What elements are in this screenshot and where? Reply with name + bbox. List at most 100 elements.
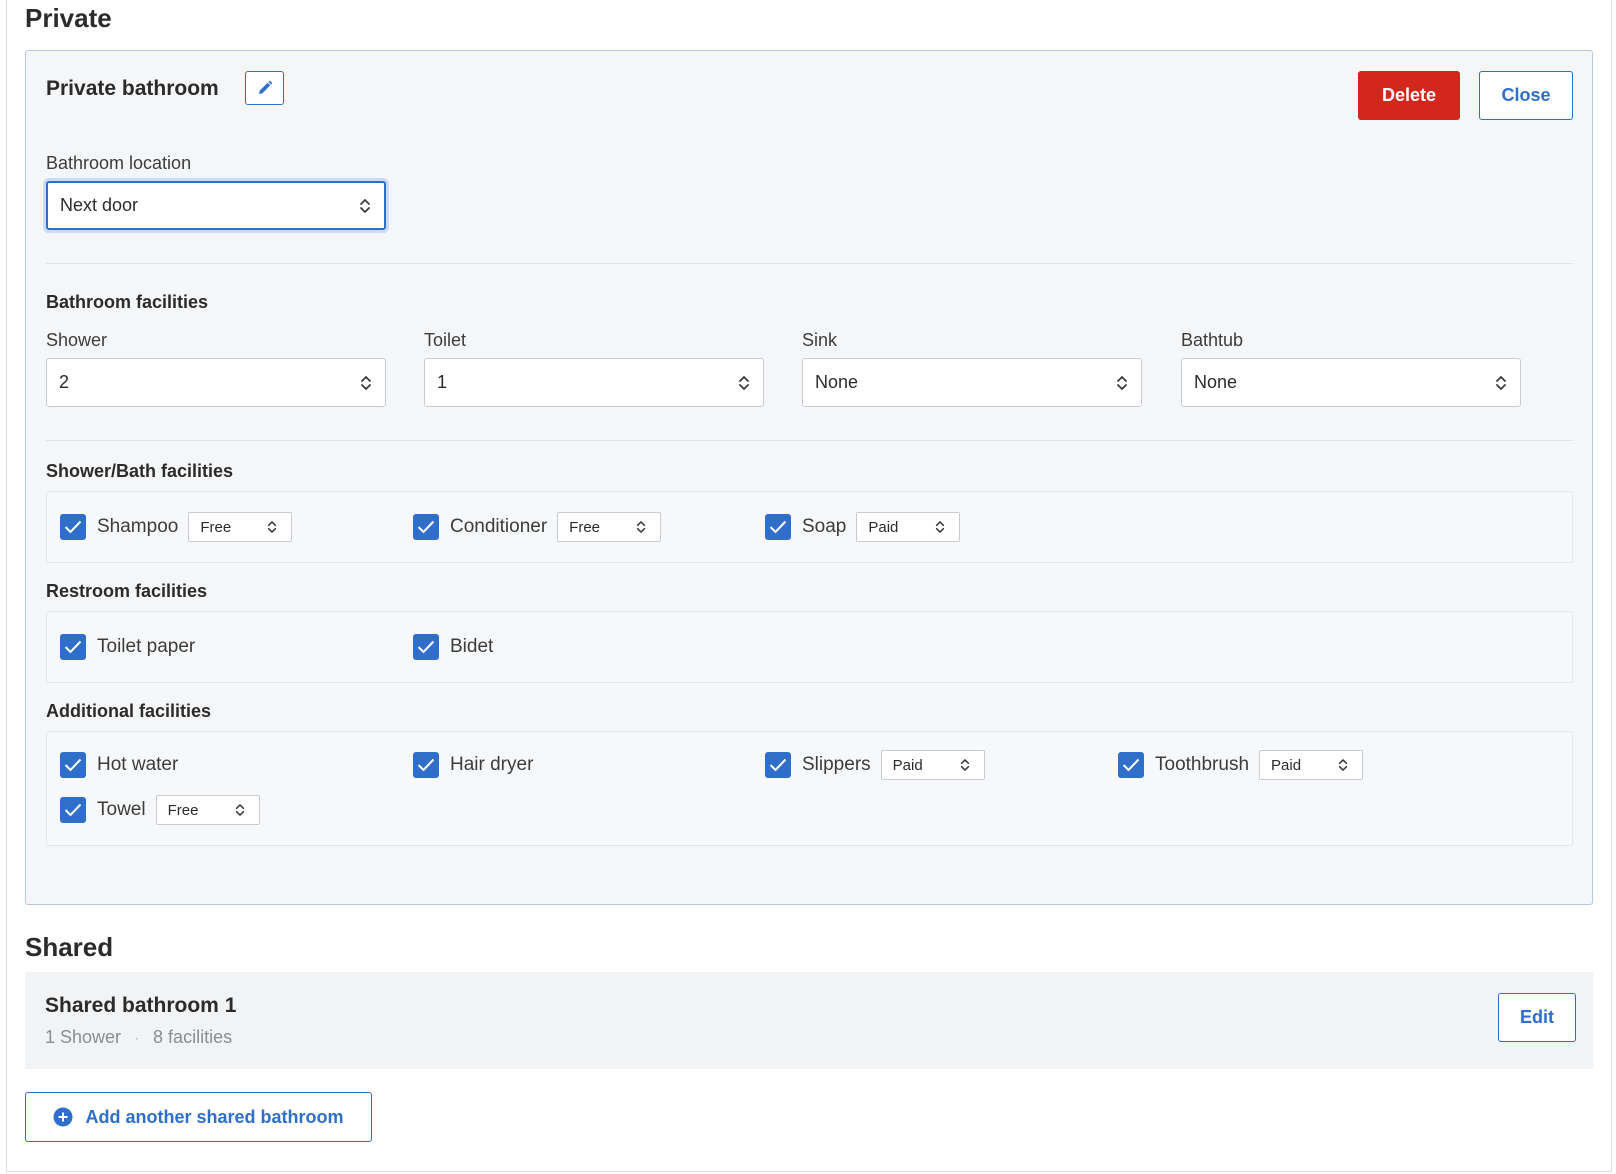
shared-facilities-count: 8 facilities: [153, 1027, 233, 1047]
plus-circle-icon: [53, 1107, 73, 1127]
hair-dryer-checkbox[interactable]: [413, 752, 439, 778]
shower-bath-facilities-title: Shower/Bath facilities: [46, 461, 234, 481]
chevron-updown-icon: [361, 375, 371, 390]
facility-shampoo: Shampoo Free: [60, 512, 293, 542]
location-value: Next door: [60, 195, 139, 215]
shared-bathroom-summary: 1 Shower · 8 facilities: [45, 1027, 232, 1048]
chevron-updown-icon: [960, 759, 969, 771]
toothbrush-checkbox[interactable]: [1118, 752, 1144, 778]
facility-toilet-paper: Toilet paper: [60, 632, 195, 662]
shower-count-value: 2: [59, 372, 70, 392]
slippers-checkbox[interactable]: [765, 752, 791, 778]
restroom-facilities-title: Restroom facilities: [46, 581, 208, 601]
shower-bath-facilities-group: Shampoo Free Conditioner Free Soap Paid: [46, 491, 1573, 563]
soap-price-select[interactable]: Paid: [856, 512, 961, 542]
bathroom-title: Private bathroom: [46, 77, 219, 100]
sink-count-value: None: [815, 372, 859, 392]
additional-facilities-group: Hot water Hair dryer Slippers Paid Tooth…: [46, 731, 1573, 846]
chevron-updown-icon: [739, 375, 749, 390]
towel-price-value: Free: [167, 801, 199, 819]
shared-bathroom-title: Shared bathroom 1: [45, 994, 237, 1017]
toilet-count-select[interactable]: 1: [424, 358, 764, 407]
conditioner-label: Conditioner: [450, 516, 548, 537]
toilet-paper-label: Toilet paper: [97, 636, 196, 657]
conditioner-price-value: Free: [569, 518, 601, 536]
hot-water-label: Hot water: [97, 754, 179, 775]
divider: [46, 440, 1573, 441]
toothbrush-price-value: Paid: [1271, 756, 1302, 774]
towel-price-select[interactable]: Free: [155, 795, 260, 825]
hair-dryer-label: Hair dryer: [450, 754, 534, 775]
section-title-shared: Shared: [25, 932, 114, 962]
facility-hair-dryer: Hair dryer: [413, 750, 533, 780]
chevron-updown-icon: [1338, 759, 1348, 771]
bathtub-label: Bathtub: [1181, 330, 1244, 350]
facility-soap: Soap Paid: [765, 512, 961, 542]
divider: [46, 263, 1573, 264]
hot-water-checkbox[interactable]: [60, 752, 86, 778]
shower-label: Shower: [46, 330, 108, 350]
add-shared-bathroom-button[interactable]: Add another shared bathroom: [25, 1092, 372, 1142]
facility-bidet: Bidet: [413, 632, 493, 662]
private-bathroom-panel: Private bathroom Delete Close Bathroom l…: [25, 50, 1593, 905]
chevron-updown-icon: [936, 521, 945, 533]
chevron-updown-icon: [1496, 375, 1506, 390]
toilet-paper-checkbox[interactable]: [60, 634, 86, 660]
close-button[interactable]: Close: [1479, 71, 1573, 120]
toothbrush-label: Toothbrush: [1155, 754, 1250, 775]
edit-shared-bathroom-button[interactable]: Edit: [1498, 993, 1576, 1042]
rename-button[interactable]: [245, 71, 284, 105]
checkmark-icon: [769, 758, 787, 772]
meta-separator: ·: [135, 1030, 140, 1045]
bidet-checkbox[interactable]: [413, 634, 439, 660]
facility-slippers: Slippers Paid: [765, 750, 985, 780]
checkmark-icon: [64, 640, 82, 654]
conditioner-checkbox[interactable]: [413, 514, 439, 540]
slippers-price-value: Paid: [892, 756, 923, 774]
checkmark-icon: [769, 520, 787, 534]
conditioner-price-select[interactable]: Free: [557, 512, 662, 542]
shampoo-price-select[interactable]: Free: [188, 512, 293, 542]
shared-shower-count: 1 Shower: [45, 1027, 122, 1047]
slippers-price-select[interactable]: Paid: [880, 750, 985, 780]
checkmark-icon: [64, 803, 82, 817]
location-select[interactable]: Next door: [46, 181, 386, 230]
toilet-label: Toilet: [424, 330, 467, 350]
toothbrush-price-select[interactable]: Paid: [1259, 750, 1364, 780]
pencil-icon: [258, 80, 272, 94]
facility-hot-water: Hot water: [60, 750, 178, 780]
bathtub-count-select[interactable]: None: [1181, 358, 1521, 407]
facility-towel: Towel Free: [60, 795, 260, 825]
bathroom-facilities-title: Bathroom facilities: [46, 292, 209, 312]
shared-bathroom-card: Shared bathroom 1 1 Shower · 8 facilitie…: [25, 972, 1593, 1069]
facility-conditioner: Conditioner Free: [413, 512, 662, 542]
checkmark-icon: [1122, 758, 1140, 772]
shampoo-label: Shampoo: [97, 516, 179, 537]
soap-checkbox[interactable]: [765, 514, 791, 540]
facility-toothbrush: Toothbrush Paid: [1118, 750, 1364, 780]
checkmark-icon: [417, 758, 435, 772]
checkmark-icon: [417, 640, 435, 654]
restroom-facilities-group: Toilet paper Bidet: [46, 611, 1573, 683]
chevron-updown-icon: [268, 521, 277, 533]
sink-label: Sink: [802, 330, 838, 350]
chevron-updown-icon: [235, 804, 244, 816]
section-title-private: Private: [25, 3, 112, 33]
checkmark-icon: [417, 520, 435, 534]
soap-label: Soap: [802, 516, 847, 537]
location-label: Bathroom location: [46, 153, 192, 173]
checkmark-icon: [64, 520, 82, 534]
shower-count-select[interactable]: 2: [46, 358, 386, 407]
delete-button[interactable]: Delete: [1358, 71, 1460, 120]
chevron-updown-icon: [360, 198, 370, 213]
soap-price-value: Paid: [868, 518, 899, 536]
bidet-label: Bidet: [450, 636, 494, 657]
toilet-count-value: 1: [437, 372, 448, 392]
towel-label: Towel: [97, 799, 146, 820]
chevron-updown-icon: [1117, 375, 1127, 390]
checkmark-icon: [64, 758, 82, 772]
shampoo-checkbox[interactable]: [60, 514, 86, 540]
towel-checkbox[interactable]: [60, 797, 86, 823]
chevron-updown-icon: [637, 521, 646, 533]
sink-count-select[interactable]: None: [802, 358, 1142, 407]
